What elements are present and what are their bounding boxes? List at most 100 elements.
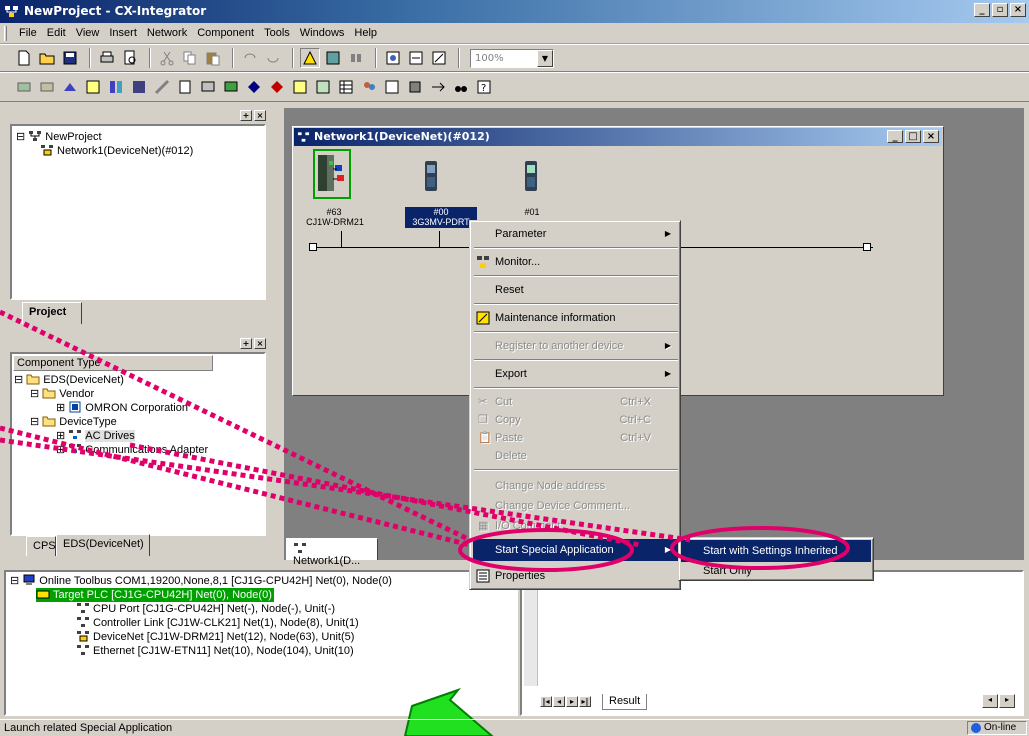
tree-item-cpu-port[interactable]: CPU Port [CJ1G-CPU42H] Net(-), Node(-), … — [76, 602, 335, 616]
image-icon[interactable] — [382, 77, 402, 97]
tree-item-project[interactable]: ⊟ NewProject — [16, 130, 102, 144]
open-folder-icon[interactable] — [37, 48, 57, 68]
menu-item-io-comment[interactable]: ▦ I/O Comment — [473, 515, 679, 537]
menu-item-maintenance[interactable]: Maintenance information — [473, 307, 679, 329]
print-icon[interactable] — [97, 48, 117, 68]
diamond-black-icon[interactable] — [244, 77, 264, 97]
menu-item-start-only[interactable]: Start Only — [681, 560, 871, 582]
tree-item-devicetype[interactable]: ⊟ DeviceType — [30, 415, 117, 429]
nw-close-button[interactable]: × — [923, 130, 939, 143]
upload-icon[interactable] — [83, 77, 103, 97]
inverter-node-icon-2[interactable] — [519, 157, 545, 197]
tab-next-button[interactable]: ▸ — [566, 696, 578, 707]
tree-item-ethernet[interactable]: Ethernet [CJ1W-ETN11] Net(10), Node(104)… — [76, 644, 354, 658]
menu-item-start-inherited[interactable]: Start with Settings Inherited — [681, 540, 871, 562]
menu-item-delete[interactable]: Delete — [473, 445, 679, 467]
chevron-down-icon[interactable]: ▼ — [537, 49, 553, 67]
menu-tools[interactable]: Tools — [259, 27, 295, 39]
io-comment-icon[interactable] — [313, 77, 333, 97]
menu-file[interactable]: File — [14, 27, 42, 39]
tree-item-vendor[interactable]: ⊟ Vendor — [30, 387, 94, 401]
minimize-button[interactable]: _ — [974, 3, 990, 17]
tab-eds-devicenet[interactable]: EDS(DeviceNet) — [56, 534, 150, 556]
transfer-icon[interactable] — [428, 77, 448, 97]
compare-icon[interactable] — [152, 77, 172, 97]
node-00-model[interactable]: 3G3MV-PDRT — [405, 217, 477, 227]
inverter-node-icon[interactable] — [419, 157, 445, 197]
print-preview-icon[interactable] — [120, 48, 140, 68]
node-63-selection[interactable] — [313, 149, 351, 199]
find-icon[interactable] — [346, 48, 366, 68]
menu-view[interactable]: View — [71, 27, 105, 39]
tree-item-controller-link[interactable]: Controller Link [CJ1W-CLK21] Net(1), Nod… — [76, 616, 359, 630]
menu-windows[interactable]: Windows — [295, 27, 350, 39]
menu-insert[interactable]: Insert — [104, 27, 142, 39]
menu-item-change-node[interactable]: Change Node address — [473, 475, 679, 497]
tree-item-target-plc[interactable]: Target PLC [CJ1G-CPU42H] Net(0), Node(0) — [36, 588, 274, 602]
cpu-icon[interactable] — [405, 77, 425, 97]
download-icon[interactable] — [106, 77, 126, 97]
nw-maximize-button[interactable]: □ — [905, 130, 921, 143]
tab-project[interactable]: Project — [22, 302, 82, 324]
tree-item-network1[interactable]: Network1(DeviceNet)(#012) — [40, 144, 193, 158]
network-view-icon[interactable] — [323, 48, 343, 68]
panel-pin-button[interactable]: + — [240, 109, 252, 121]
panel-pin-button-2[interactable]: + — [240, 337, 252, 349]
parameter-icon[interactable] — [175, 77, 195, 97]
monitor-icon[interactable] — [198, 77, 218, 97]
online-icon[interactable] — [14, 77, 34, 97]
menu-item-export[interactable]: Export ▶ — [473, 363, 679, 385]
tab-cps[interactable]: CPS — [26, 536, 56, 556]
binoculars-icon[interactable] — [451, 77, 471, 97]
close-button[interactable]: × — [1010, 3, 1026, 17]
cut-icon[interactable] — [157, 48, 177, 68]
tab-first-button[interactable]: |◂ — [540, 696, 552, 707]
connect-icon[interactable] — [60, 77, 80, 97]
new-file-icon[interactable] — [14, 48, 34, 68]
zoom-select[interactable]: 100% ▼ — [470, 48, 554, 68]
zoom-out-icon[interactable] — [406, 48, 426, 68]
table-icon[interactable] — [336, 77, 356, 97]
help-icon[interactable]: ? — [474, 77, 494, 97]
copy-icon[interactable] — [180, 48, 200, 68]
panel-close-button[interactable]: × — [254, 109, 266, 121]
menu-item-change-comment[interactable]: Change Device Comment... — [473, 495, 679, 517]
menu-item-start-special[interactable]: Start Special Application ▶ — [473, 539, 679, 561]
menu-edit[interactable]: Edit — [42, 27, 71, 39]
menu-item-reset[interactable]: Reset — [473, 279, 679, 301]
component-type-header[interactable]: Component Type — [13, 355, 213, 371]
tree-item-toolbus[interactable]: ⊟ Online Toolbus COM1,19200,None,8,1 [CJ… — [10, 574, 392, 588]
save-icon[interactable] — [60, 48, 80, 68]
tab-result[interactable]: Result — [602, 694, 648, 710]
tree-item-omron[interactable]: ⊞ OMRON Corporation — [56, 401, 188, 415]
tab-prev-button[interactable]: ◂ — [553, 696, 565, 707]
scroll-left-button[interactable]: ◂ — [982, 694, 998, 708]
menu-item-properties[interactable]: Properties — [473, 565, 679, 587]
nw-minimize-button[interactable]: _ — [887, 130, 903, 143]
restore-button[interactable]: ▫ — [992, 3, 1008, 17]
edit-icon[interactable] — [290, 77, 310, 97]
tree-item-devicenet[interactable]: DeviceNet [CJ1W-DRM21] Net(12), Node(63)… — [76, 630, 354, 644]
offline-icon[interactable] — [37, 77, 57, 97]
register-icon[interactable] — [129, 77, 149, 97]
menu-item-register[interactable]: Register to another device ▶ — [473, 335, 679, 357]
tree-item-ac-drives[interactable]: ⊞ AC Drives — [56, 429, 135, 443]
tab-last-button[interactable]: ▸| — [579, 696, 591, 707]
zoom-in-icon[interactable] — [383, 48, 403, 68]
tree-item-comm-adapter[interactable]: ⊞ Communications Adapter — [56, 443, 208, 457]
menu-item-parameter[interactable]: Parameter ▶ — [473, 223, 679, 245]
warning-icon[interactable] — [300, 48, 320, 68]
people-icon[interactable] — [359, 77, 379, 97]
redo-icon[interactable] — [263, 48, 283, 68]
menu-network[interactable]: Network — [142, 27, 192, 39]
tab-network1[interactable]: Network1(D... — [286, 538, 378, 567]
maintenance-icon[interactable] — [221, 77, 241, 97]
menu-item-monitor[interactable]: Monitor... — [473, 251, 679, 273]
scroll-right-button[interactable]: ▸ — [999, 694, 1015, 708]
menu-help[interactable]: Help — [349, 27, 382, 39]
undo-icon[interactable] — [240, 48, 260, 68]
paste-icon[interactable] — [203, 48, 223, 68]
result-scrollbar[interactable] — [524, 586, 538, 686]
panel-close-button-2[interactable]: × — [254, 337, 266, 349]
menu-component[interactable]: Component — [192, 27, 259, 39]
